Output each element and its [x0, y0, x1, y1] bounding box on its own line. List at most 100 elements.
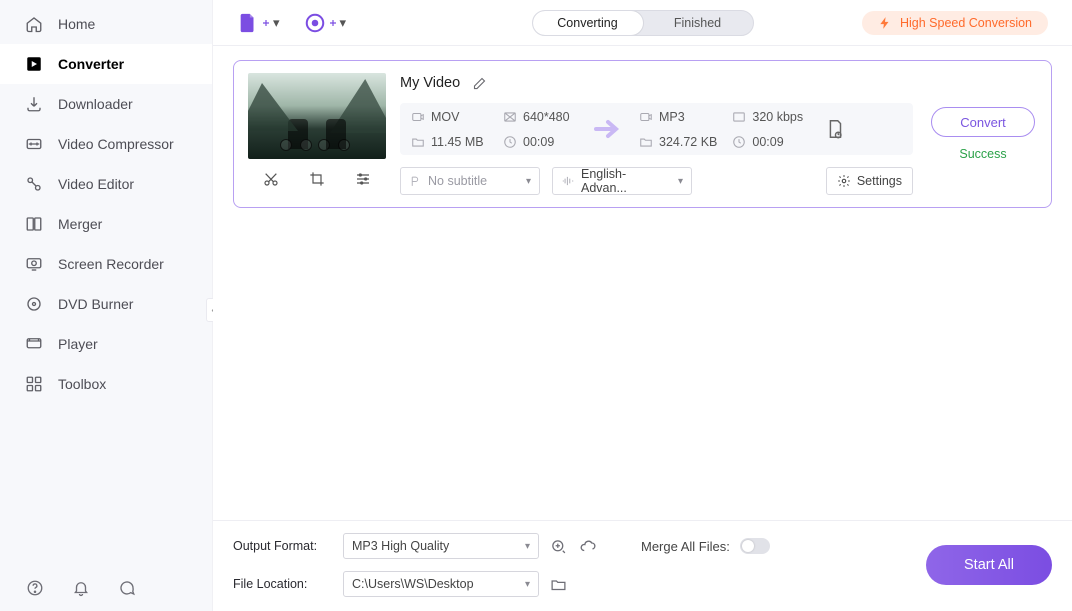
sidebar-item-downloader[interactable]: Downloader: [0, 84, 212, 124]
topbar: ▾ ▾ Converting Finished High Speed Conve…: [213, 0, 1072, 46]
sidebar: Home Converter Downloader Video Compress…: [0, 0, 213, 611]
source-format: MOV: [431, 110, 459, 124]
tab-converting-label: Converting: [557, 16, 617, 30]
plus-icon: [330, 20, 336, 26]
help-icon[interactable]: [26, 579, 44, 597]
bottombar: Output Format: MP3 High Quality ▾ Merge …: [213, 520, 1072, 611]
dvdburner-icon: [24, 294, 44, 314]
convert-button[interactable]: Convert: [931, 107, 1035, 137]
source-info: MOV 640*480 11.45 MB 00:09: [410, 109, 580, 149]
add-disc-button[interactable]: ▾: [304, 12, 347, 34]
chevron-down-icon: ▾: [525, 579, 530, 590]
sidebar-item-label: DVD Burner: [58, 296, 133, 312]
sidebar-item-label: Merger: [58, 216, 102, 232]
subtitle-select-value: No subtitle: [428, 174, 487, 188]
sidebar-item-label: Toolbox: [58, 376, 106, 392]
sidebar-item-editor[interactable]: Video Editor: [0, 164, 212, 204]
chevron-down-icon: ▾: [678, 176, 683, 187]
output-format-value: MP3 High Quality: [352, 539, 449, 553]
settings-label: Settings: [857, 174, 902, 188]
converter-icon: [24, 54, 44, 74]
target-format: MP3: [659, 110, 685, 124]
sidebar-item-label: Screen Recorder: [58, 256, 164, 272]
editor-icon: [24, 174, 44, 194]
sidebar-item-toolbox[interactable]: Toolbox: [0, 364, 212, 404]
start-all-button[interactable]: Start All: [926, 545, 1052, 585]
sliders-icon[interactable]: [354, 170, 372, 188]
sidebar-item-dvdburner[interactable]: DVD Burner: [0, 284, 212, 324]
folder-icon: [638, 134, 653, 149]
bolt-icon: [878, 16, 892, 30]
task-info-panel: MOV 640*480 11.45 MB 00:09 MP3 320 kbps …: [400, 103, 913, 155]
chevron-down-icon: ▾: [525, 541, 530, 552]
sidebar-item-label: Home: [58, 16, 95, 32]
content-area: My Video MOV 640*480 11.45 MB 00:09: [213, 46, 1072, 520]
high-speed-conversion-button[interactable]: High Speed Conversion: [862, 11, 1048, 35]
sidebar-item-label: Player: [58, 336, 98, 352]
merge-toggle[interactable]: [740, 538, 770, 554]
player-icon: [24, 334, 44, 354]
clock-icon: [502, 134, 517, 149]
merge-label: Merge All Files:: [641, 539, 730, 554]
target-info: MP3 320 kbps 324.72 KB 00:09: [638, 109, 809, 149]
chevron-down-icon: ▾: [340, 15, 347, 31]
arrow-icon: [588, 118, 630, 140]
waveform-icon: [561, 174, 575, 188]
task-options-row: No subtitle ▾ English-Advan... ▾ Setting…: [400, 167, 913, 195]
home-icon: [24, 14, 44, 34]
crop-icon[interactable]: [308, 170, 326, 188]
sidebar-item-compressor[interactable]: Video Compressor: [0, 124, 212, 164]
task-card[interactable]: My Video MOV 640*480 11.45 MB 00:09: [233, 60, 1052, 208]
resolution-icon: [502, 109, 517, 124]
file-location-label: File Location:: [233, 577, 333, 591]
output-format-actions: [549, 537, 597, 555]
edit-title-icon[interactable]: [472, 76, 487, 91]
task-card-left: [248, 73, 386, 195]
bell-icon[interactable]: [72, 579, 90, 597]
tab-finished-label: Finished: [674, 16, 721, 30]
video-thumbnail[interactable]: [248, 73, 386, 159]
target-bitrate: 320 kbps: [752, 110, 803, 124]
subtitle-select[interactable]: No subtitle ▾: [400, 167, 540, 195]
chat-icon[interactable]: [118, 579, 136, 597]
cloud-icon[interactable]: [579, 537, 597, 555]
source-duration: 00:09: [523, 135, 554, 149]
video-icon: [638, 109, 653, 124]
gear-icon: [837, 174, 851, 188]
source-resolution: 640*480: [523, 110, 570, 124]
add-file-button[interactable]: ▾: [237, 12, 280, 34]
sidebar-item-home[interactable]: Home: [0, 4, 212, 44]
task-card-mid: My Video MOV 640*480 11.45 MB 00:09: [400, 73, 913, 195]
toolbox-icon: [24, 374, 44, 394]
sidebar-item-label: Video Compressor: [58, 136, 174, 152]
audio-select-value: English-Advan...: [581, 167, 672, 195]
subtitle-icon: [409, 175, 422, 188]
output-profile-icon[interactable]: [823, 118, 847, 140]
source-size: 11.45 MB: [431, 135, 484, 149]
output-format-label: Output Format:: [233, 539, 333, 553]
sidebar-main: Home Converter Downloader Video Compress…: [0, 0, 212, 565]
tab-converting[interactable]: Converting: [533, 11, 643, 35]
open-folder-icon[interactable]: [549, 575, 567, 593]
tab-finished[interactable]: Finished: [643, 11, 753, 35]
sidebar-item-recorder[interactable]: Screen Recorder: [0, 244, 212, 284]
task-title: My Video: [400, 75, 460, 91]
gear-plus-icon[interactable]: [549, 537, 567, 555]
video-icon: [410, 109, 425, 124]
sidebar-item-converter[interactable]: Converter: [0, 44, 212, 84]
queue-segmented-control: Converting Finished: [532, 10, 754, 36]
file-location-select[interactable]: C:\Users\WS\Desktop ▾: [343, 571, 539, 597]
audio-track-select[interactable]: English-Advan... ▾: [552, 167, 692, 195]
bitrate-icon: [731, 109, 746, 124]
folder-icon: [410, 134, 425, 149]
start-all-label: Start All: [964, 557, 1014, 573]
sidebar-item-merger[interactable]: Merger: [0, 204, 212, 244]
sidebar-item-player[interactable]: Player: [0, 324, 212, 364]
topbar-action-icons: ▾ ▾: [237, 12, 346, 34]
task-status: Success: [959, 147, 1006, 161]
sidebar-footer: [0, 565, 212, 611]
compressor-icon: [24, 134, 44, 154]
task-settings-button[interactable]: Settings: [826, 167, 913, 195]
cut-icon[interactable]: [262, 170, 280, 188]
output-format-select[interactable]: MP3 High Quality ▾: [343, 533, 539, 559]
